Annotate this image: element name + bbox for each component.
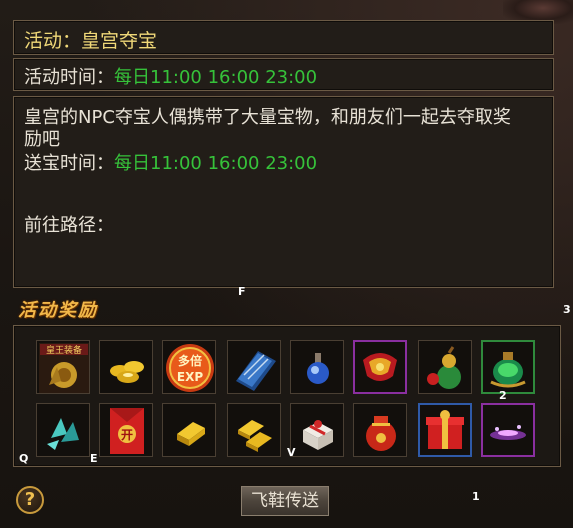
reward-slot-red-envelope[interactable]: 开 xyxy=(99,403,153,457)
help-button[interactable]: ? xyxy=(16,486,44,514)
reward-slot-purple-mist[interactable] xyxy=(481,403,535,457)
reward-slot-gift-box-white[interactable] xyxy=(290,403,344,457)
reward-slot-skill-book[interactable] xyxy=(227,340,281,394)
gift-box-white-icon xyxy=(303,420,333,450)
description-line-1: 皇宫的NPC夺宝人偶携带了大量宝物，和朋友们一起去夺取奖 xyxy=(24,107,511,128)
route-label: 前往路径： xyxy=(24,215,114,236)
marker-3: 3 xyxy=(563,303,571,316)
description-panel: 皇宫的NPC夺宝人偶携带了大量宝物，和朋友们一起去夺取奖 励吧 送宝时间：每日1… xyxy=(13,96,554,288)
reward-slot-red-gift-box[interactable] xyxy=(418,403,472,457)
reward-slot-potion[interactable] xyxy=(290,340,344,394)
marker-1: 1 xyxy=(472,490,480,503)
purple-mist-icon xyxy=(490,425,526,440)
multi-exp-text-2: EXP xyxy=(177,370,203,384)
green-jar-icon xyxy=(490,352,526,388)
rewards-title: 活动奖励 xyxy=(18,300,98,321)
fly-shoes-teleport-button[interactable]: 飞鞋传送 xyxy=(241,486,329,516)
delivery-time-value: 每日11:00 16:00 23:00 xyxy=(114,153,318,174)
marker-v: V xyxy=(287,446,296,459)
marker-f: F xyxy=(238,285,246,298)
activity-time-label: 活动时间： xyxy=(24,67,114,88)
activity-title: 活动：皇宫夺宝 xyxy=(24,30,158,52)
multi-exp-text-1: 多倍 xyxy=(178,353,202,368)
delivery-time: 送宝时间：每日11:00 16:00 23:00 xyxy=(24,153,317,175)
reward-slot-gold-bars[interactable] xyxy=(227,403,281,457)
multi-exp-icon: 多倍 EXP xyxy=(166,344,214,392)
red-gift-box-icon xyxy=(426,410,464,449)
activity-time: 活动时间：每日11:00 16:00 23:00 xyxy=(24,63,317,89)
description-line-2: 励吧 xyxy=(24,129,60,150)
marker-2: 2 xyxy=(499,389,507,402)
activity-window: 活动：皇宫夺宝 活动时间：每日11:00 16:00 23:00 皇宫的NPC夺… xyxy=(0,0,573,528)
reward-slot-green-jar[interactable] xyxy=(481,340,535,394)
red-envelope-icon: 开 xyxy=(110,408,144,454)
gold-ingots-icon xyxy=(110,361,144,383)
marker-e: E xyxy=(90,452,98,465)
reward-slot-gourd[interactable] xyxy=(418,340,472,394)
activity-time-value: 每日11:00 16:00 23:00 xyxy=(114,67,318,88)
lucky-bag-icon xyxy=(366,416,396,451)
reward-slot-gold-bar[interactable] xyxy=(162,403,216,457)
skill-book-icon xyxy=(236,351,276,391)
potion-bottle-icon xyxy=(307,353,329,384)
reward-slot-multi-exp[interactable]: 多倍 EXP xyxy=(162,340,216,394)
gourd-icon xyxy=(427,346,461,389)
activity-time-bar: 活动时间：每日11:00 16:00 23:00 xyxy=(13,58,554,91)
gold-bars-icon xyxy=(238,420,272,452)
reward-slot-imperial-equipment[interactable]: 皇王装备 xyxy=(36,340,90,394)
marker-q: Q xyxy=(19,452,29,465)
reward-slot-gold-ingots[interactable] xyxy=(99,340,153,394)
imperial-equipment-icon: 皇王装备 xyxy=(39,343,89,393)
crystal-shards-icon xyxy=(47,418,79,450)
imperial-equipment-text: 皇王装备 xyxy=(46,344,82,356)
reward-slot-red-ornament[interactable] xyxy=(353,340,407,394)
red-ornament-icon xyxy=(363,353,397,381)
reward-slot-lucky-bag[interactable] xyxy=(353,403,407,457)
gold-bar-icon xyxy=(177,422,205,446)
red-envelope-text: 开 xyxy=(121,428,133,442)
reward-slot-crystal-shards[interactable] xyxy=(36,403,90,457)
delivery-time-label: 送宝时间： xyxy=(24,153,114,174)
title-bar: 活动：皇宫夺宝 xyxy=(13,20,554,55)
